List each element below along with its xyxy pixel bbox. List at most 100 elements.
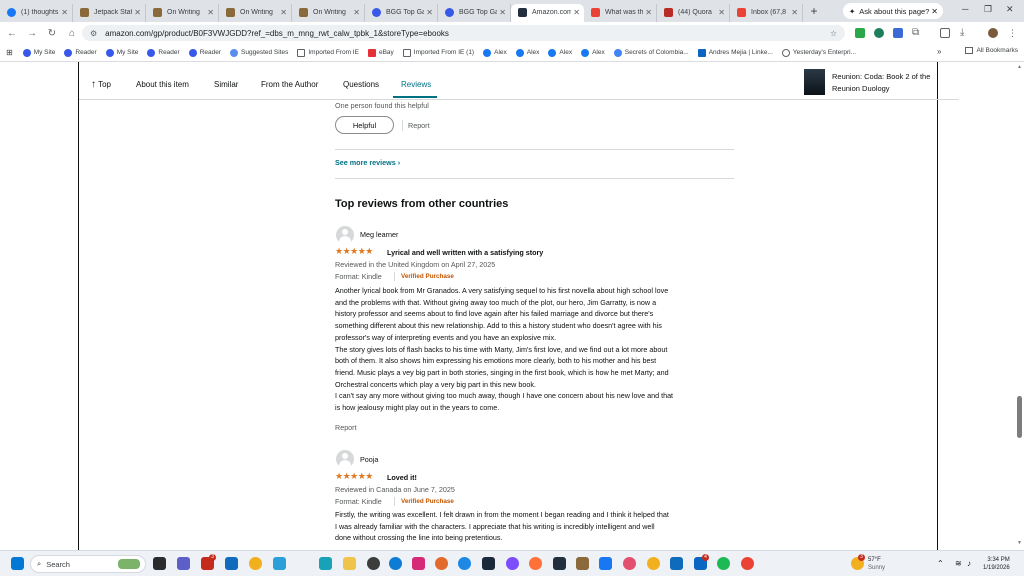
file-explorer-icon[interactable] bbox=[343, 557, 356, 570]
app-icon[interactable] bbox=[458, 557, 471, 570]
review-title[interactable]: Loved it! bbox=[387, 472, 417, 484]
profile-avatar[interactable] bbox=[988, 28, 998, 38]
tab-search-icon[interactable] bbox=[940, 28, 950, 38]
outlook-icon[interactable] bbox=[670, 557, 683, 570]
windows-start-icon[interactable] bbox=[11, 557, 24, 570]
chrome-canary-icon[interactable] bbox=[249, 557, 262, 570]
bookmark-item[interactable]: Reader bbox=[64, 48, 97, 57]
app-icon[interactable] bbox=[647, 557, 660, 570]
app-icon[interactable] bbox=[319, 557, 332, 570]
bookmark-item[interactable]: Secrets of Colombia... bbox=[613, 48, 689, 57]
reviewer-name[interactable]: Pooja bbox=[360, 454, 378, 466]
subnav-author[interactable]: From the Author bbox=[261, 80, 318, 89]
bookmark-item[interactable]: My Site bbox=[22, 48, 55, 57]
browser-tab[interactable]: On Writing ✕ bbox=[146, 3, 219, 22]
book-title[interactable]: Reunion: Coda: Book 2 of the Reunion Duo… bbox=[832, 71, 957, 95]
restore-button[interactable]: ❐ bbox=[984, 4, 992, 15]
back-arrow-icon[interactable]: ← bbox=[2, 28, 22, 39]
browser-tab[interactable]: BGG Top Game✕ bbox=[365, 3, 438, 22]
facebook-icon[interactable] bbox=[599, 557, 612, 570]
bookmark-item[interactable]: My Site bbox=[105, 48, 138, 57]
spotify-icon[interactable] bbox=[717, 557, 730, 570]
bookmark-star-icon[interactable]: ☆ bbox=[830, 29, 837, 38]
subnav-about[interactable]: About this item bbox=[136, 80, 189, 89]
browser-tab[interactable]: What was the ✕ bbox=[584, 3, 657, 22]
book-cover-thumbnail[interactable] bbox=[804, 69, 825, 95]
review-title[interactable]: Lyrical and well written with a satisfyi… bbox=[387, 247, 543, 259]
task-view-icon[interactable] bbox=[153, 557, 166, 570]
close-window-button[interactable]: ✕ bbox=[1006, 4, 1014, 15]
browser-tab[interactable]: BGG Top Game✕ bbox=[438, 3, 511, 22]
download-icon[interactable]: ⤓ bbox=[960, 28, 970, 38]
extension-pen-icon[interactable] bbox=[893, 28, 903, 38]
teams-icon[interactable] bbox=[177, 557, 190, 570]
browser-tab[interactable]: (44) Quora ✕ bbox=[657, 3, 730, 22]
scrollbar-thumb[interactable] bbox=[1017, 396, 1022, 438]
bookmark-item[interactable]: Reader bbox=[188, 48, 221, 57]
volume-icon[interactable]: ♪ bbox=[967, 559, 971, 568]
close-icon[interactable]: ✕ bbox=[134, 8, 141, 17]
menu-icon[interactable]: ⋮ bbox=[1008, 28, 1018, 38]
bookmark-item[interactable]: Alex bbox=[548, 48, 572, 57]
minimize-button[interactable]: ─ bbox=[962, 4, 968, 14]
apps-icon[interactable]: ⊞ bbox=[6, 48, 13, 57]
forward-arrow-icon[interactable]: → bbox=[22, 28, 42, 39]
subnav-questions[interactable]: Questions bbox=[343, 80, 379, 89]
browser-tab-active[interactable]: Amazon.com ✕ bbox=[511, 3, 584, 22]
reload-icon[interactable]: ↻ bbox=[42, 28, 62, 39]
extension-grammarly-icon[interactable] bbox=[874, 28, 884, 38]
close-icon[interactable]: ✕ bbox=[280, 8, 287, 17]
browser-tab[interactable]: On Writing ✕ bbox=[292, 3, 365, 22]
address-bar[interactable]: ⚙ amazon.com/gp/product/B0F3VWJGDD?ref_=… bbox=[82, 25, 845, 41]
amazon-icon[interactable] bbox=[553, 557, 566, 570]
bookmark-item[interactable]: Imported From IE bbox=[297, 48, 359, 57]
taskbar-clock[interactable]: 3:34 PM 1/19/2026 bbox=[983, 556, 1010, 572]
instagram-icon[interactable] bbox=[412, 557, 425, 570]
scroll-up-arrow-icon[interactable]: ▲ bbox=[1017, 64, 1022, 70]
firefox-icon[interactable] bbox=[529, 557, 542, 570]
store-icon[interactable] bbox=[225, 557, 238, 570]
bookmark-item[interactable]: Reader bbox=[147, 48, 180, 57]
extension-check-icon[interactable] bbox=[855, 28, 865, 38]
wifi-icon[interactable]: ≋ bbox=[955, 559, 962, 568]
subnav-top[interactable]: ↑ Top bbox=[91, 79, 111, 90]
close-icon[interactable]: ✕ bbox=[499, 8, 506, 17]
edge-icon[interactable] bbox=[389, 557, 402, 570]
new-tab-button[interactable]: + bbox=[803, 4, 825, 18]
app-icon[interactable] bbox=[367, 557, 380, 570]
close-icon[interactable]: ✕ bbox=[61, 8, 68, 17]
app-icon[interactable] bbox=[482, 557, 495, 570]
report-link[interactable]: Report bbox=[335, 422, 357, 434]
helpful-button[interactable]: Helpful bbox=[335, 116, 394, 134]
close-icon[interactable]: ✕ bbox=[645, 8, 652, 17]
reviewer-name[interactable]: Meg learner bbox=[360, 229, 398, 241]
close-icon[interactable]: ✕ bbox=[573, 8, 580, 17]
browser-tab[interactable]: Inbox (67,8 ✕ bbox=[730, 3, 803, 22]
bookmark-item[interactable]: Alex bbox=[581, 48, 605, 57]
reviewer-avatar[interactable] bbox=[336, 450, 354, 468]
site-info-icon[interactable]: ⚙ bbox=[90, 29, 97, 38]
app-icon[interactable] bbox=[623, 557, 636, 570]
bookmark-item[interactable]: Andres Mejia | Linke... bbox=[697, 48, 773, 57]
close-icon[interactable]: ✕ bbox=[791, 8, 798, 17]
close-icon[interactable]: ✕ bbox=[207, 8, 214, 17]
taskbar-search-box[interactable]: ⌕ Search bbox=[30, 555, 146, 573]
close-icon[interactable]: ✕ bbox=[353, 8, 360, 17]
report-link[interactable]: Report bbox=[408, 120, 430, 132]
chevron-up-icon[interactable]: ⌃ bbox=[937, 559, 944, 568]
bookmark-item[interactable]: eBay bbox=[367, 48, 394, 57]
app-icon[interactable] bbox=[435, 557, 448, 570]
chrome-icon[interactable] bbox=[741, 557, 754, 570]
scroll-down-arrow-icon[interactable]: ▼ bbox=[1017, 540, 1022, 546]
app-icon[interactable] bbox=[576, 557, 589, 570]
close-icon[interactable]: ✕ bbox=[426, 8, 433, 17]
bookmark-item[interactable]: Alex bbox=[515, 48, 539, 57]
ask-about-page-button[interactable]: ✦ Ask about this page? ✕ bbox=[843, 3, 943, 19]
all-bookmarks-button[interactable]: All Bookmarks bbox=[965, 47, 1018, 54]
browser-tab[interactable]: (1) thoughts ✕ bbox=[0, 3, 73, 22]
close-icon[interactable]: ✕ bbox=[931, 7, 938, 16]
subnav-similar[interactable]: Similar bbox=[214, 80, 238, 89]
see-more-reviews-link[interactable]: See more reviews › bbox=[335, 157, 400, 169]
weather-widget[interactable]: 57°F Sunny bbox=[868, 556, 885, 572]
bookmark-item[interactable]: Alex bbox=[483, 48, 507, 57]
